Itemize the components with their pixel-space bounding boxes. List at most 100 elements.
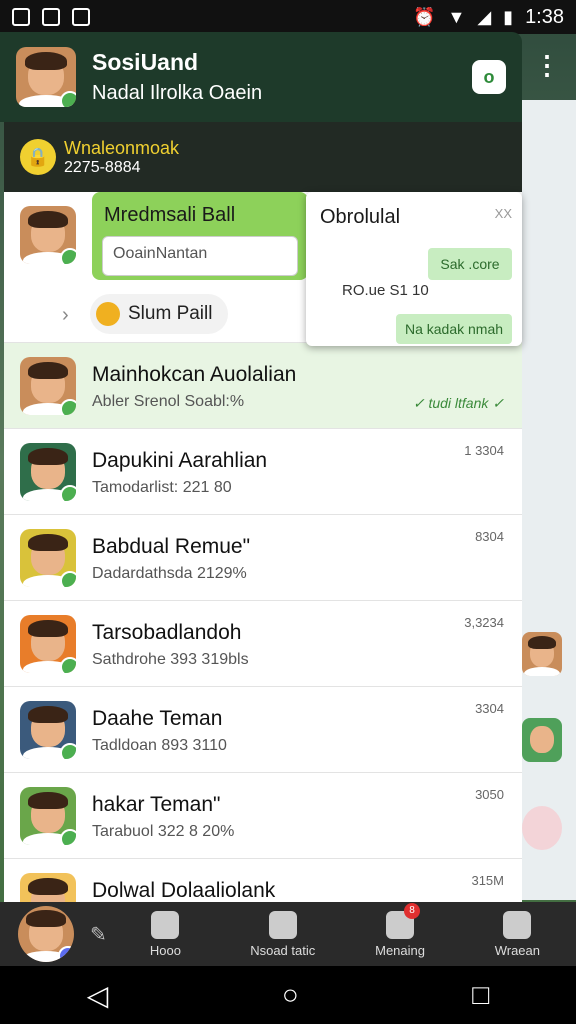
wifi-icon: ▼ <box>447 6 466 27</box>
chat-preview: Abler Srenol Soabl:% <box>92 393 245 410</box>
contact-avatar <box>20 787 76 845</box>
status-badge <box>60 485 76 501</box>
heart-icon: 8 <box>386 902 421 939</box>
group-card-title: Mredmsali Ball <box>104 204 236 226</box>
notification-icon <box>42 8 60 26</box>
chat-read-status: ✓ tudi ltfank ✓ <box>412 395 504 411</box>
app-header: SosiUand Nadal Ilrolka Oaein o ⋮ <box>0 32 560 122</box>
chat-name: Babdual Remue" <box>92 535 251 558</box>
status-bar: ⏰ ▼ ◢ ▮ 1:38 <box>0 0 576 34</box>
home-icon[interactable]: ○ <box>282 979 299 1011</box>
chat-row[interactable]: Dolwal Dolaaliolank 315M <box>4 858 522 902</box>
popup-button-secondary[interactable]: Na kadak nmah <box>396 314 512 344</box>
chat-row[interactable]: Mainhokcan Auolalian Abler Srenol Soabl:… <box>4 342 522 428</box>
side-avatar[interactable] <box>522 806 562 850</box>
chat-name: hakar Teman" <box>92 793 221 816</box>
user-avatar[interactable] <box>18 906 74 962</box>
group-card[interactable]: Mredmsali Ball OoainNantan <box>92 192 308 280</box>
contact-avatar <box>20 615 76 673</box>
chat-row[interactable]: Tarsobadlandoh Sathdrohe 393 319bls 3,32… <box>4 600 522 686</box>
chat-preview: Dadardathsda 2129% <box>92 565 247 582</box>
status-badge <box>60 571 76 587</box>
popup-price: RO.ue S1 10 <box>342 282 429 299</box>
notification-badge: 8 <box>404 902 421 919</box>
chat-row[interactable]: Babdual Remue" Dadardathsda 2129% 8304 ⋮ <box>4 514 522 600</box>
nav-label: Wraean <box>494 942 540 958</box>
chat-name: Mainhokcan Auolalian <box>92 363 297 386</box>
side-avatar[interactable] <box>522 718 562 762</box>
popup-card[interactable]: Obrolulal XX Sak .core RO.ue S1 10 Na ka… <box>306 192 522 346</box>
nav-item[interactable]: Wraean <box>459 910 576 958</box>
chat-preview: Tadldoan 893 3110 <box>92 737 227 754</box>
pencil-icon[interactable]: ✎ <box>90 922 107 947</box>
clock: 1:38 <box>525 5 564 28</box>
pill-label: Slum Paill <box>128 303 213 324</box>
contact-avatar <box>20 701 76 759</box>
chat-name: Dolwal Dolaaliolank <box>92 879 276 902</box>
nav-item[interactable]: Hooo <box>107 910 224 958</box>
chat-time: 3,3234 <box>464 615 504 630</box>
contact-avatar <box>20 357 76 415</box>
chevron-right-icon[interactable]: › <box>62 304 69 327</box>
chat-row[interactable]: Daahe Teman Tadldoan 893 3110 3304 <box>4 686 522 772</box>
chat-time: 3304 <box>475 701 504 716</box>
nav-label: Menaing <box>375 942 425 958</box>
new-chat-icon[interactable]: o <box>472 60 506 94</box>
notification-icon <box>12 8 30 26</box>
more-options-icon[interactable]: ⋮ <box>534 52 560 78</box>
lock-icon: 🔒 <box>20 139 56 175</box>
contact-avatar <box>20 873 76 902</box>
profile-avatar[interactable] <box>16 47 76 107</box>
nav-item[interactable]: 8 Menaing <box>341 902 458 958</box>
contact-avatar <box>20 443 76 501</box>
system-icons: ⏰ ▼ ◢ ▮ 1:38 <box>413 6 564 29</box>
nav-label: Nsoad tatic <box>250 942 316 958</box>
status-badge <box>58 946 74 962</box>
clipboard-icon <box>503 910 532 939</box>
popup-button-primary[interactable]: Sak .core <box>428 248 512 280</box>
chat-preview: Sathdrohe 393 319bls <box>92 651 249 668</box>
notice-banner[interactable]: 🔒 Wnaleonmoak 2275-8884 <box>4 122 522 192</box>
status-badge <box>60 829 76 845</box>
close-icon[interactable]: XX <box>495 206 512 221</box>
system-nav-bar: ◁ ○ □ <box>0 966 576 1024</box>
emoji-icon <box>96 302 120 326</box>
side-avatar[interactable] <box>522 632 562 676</box>
contact-avatar <box>20 529 76 587</box>
nav-items: Hooo Nsoad tatic 8 Menaing Wraean <box>107 902 576 958</box>
status-badge <box>60 399 76 415</box>
chat-name: Tarsobadlandoh <box>92 621 242 644</box>
chat-rows: Mainhokcan Auolalian Abler Srenol Soabl:… <box>4 342 522 902</box>
signal-icon: ◢ <box>477 6 492 27</box>
notification-icons <box>12 8 90 26</box>
popup-title: Obrolulal <box>320 206 401 228</box>
people-icon <box>268 910 297 939</box>
folder-icon <box>151 910 180 939</box>
notification-icon <box>72 8 90 26</box>
recent-apps-icon[interactable]: □ <box>472 979 489 1011</box>
banner-title: Wnaleonmoak <box>64 137 180 158</box>
chat-row[interactable]: hakar Teman" Tarabuol 322 8 20% 3050 <box>4 772 522 858</box>
group-pill[interactable]: Slum Paill <box>90 294 228 334</box>
header-title: SosiUand <box>92 49 199 75</box>
alarm-icon: ⏰ <box>413 6 436 27</box>
status-badge <box>60 248 76 264</box>
status-badge <box>60 91 76 107</box>
chat-preview: Tarabuol 322 8 20% <box>92 823 235 840</box>
banner-text: Wnaleonmoak 2275-8884 <box>64 138 179 177</box>
chat-name: Daahe Teman <box>92 707 223 730</box>
chat-row[interactable]: Dapukini Aarahlian Tamodarlist: 221 80 1… <box>4 428 522 514</box>
chat-time: 1 3304 <box>464 443 504 458</box>
chat-time: 8304 <box>475 529 504 544</box>
status-badge <box>60 657 76 673</box>
status-badge <box>60 743 76 759</box>
banner-subtitle: 2275-8884 <box>64 158 141 176</box>
back-icon[interactable]: ◁ <box>87 979 109 1012</box>
group-card-input[interactable]: OoainNantan <box>102 236 298 276</box>
nav-item[interactable]: Nsoad tatic <box>224 910 341 958</box>
chat-preview: Tamodarlist: 221 80 <box>92 479 232 496</box>
chat-name: Dapukini Aarahlian <box>92 449 268 472</box>
header-subtitle: Nadal Ilrolka Oaein <box>92 82 263 104</box>
battery-icon: ▮ <box>503 6 514 27</box>
bottom-nav: ✎ Hooo Nsoad tatic 8 Menaing Wraean <box>0 902 576 966</box>
